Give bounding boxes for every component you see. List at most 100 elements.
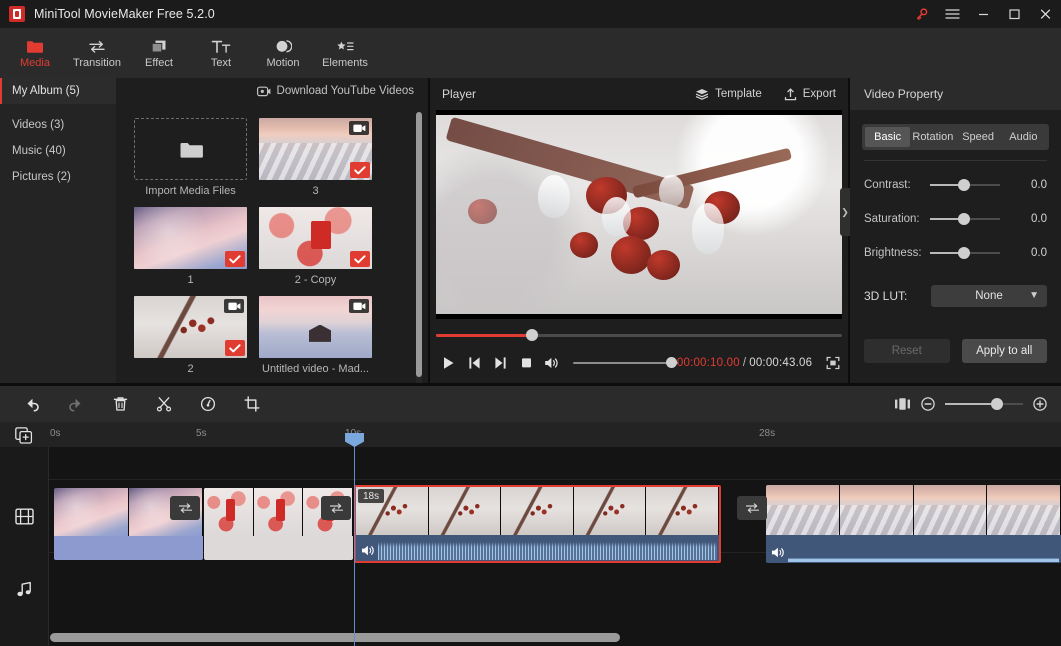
- volume-slider[interactable]: [572, 357, 678, 369]
- volume-button[interactable]: [539, 352, 565, 374]
- contrast-slider[interactable]: [930, 179, 1000, 191]
- slider-handle[interactable]: [958, 179, 970, 191]
- reset-button[interactable]: Reset: [864, 339, 950, 363]
- minimize-icon[interactable]: [968, 0, 999, 28]
- media-thumbnail[interactable]: [134, 207, 247, 269]
- fullscreen-icon[interactable]: [824, 356, 842, 370]
- list-item[interactable]: 1: [134, 207, 247, 286]
- timeline-clip-selected[interactable]: 18s: [354, 485, 721, 563]
- video-preview[interactable]: [436, 110, 842, 319]
- ribbon-item-elements[interactable]: Elements: [314, 28, 376, 78]
- brightness-slider[interactable]: [930, 247, 1000, 259]
- seek-bar[interactable]: [436, 328, 842, 342]
- key-icon[interactable]: [906, 0, 937, 28]
- audio-track-header[interactable]: [0, 553, 49, 625]
- volume-handle[interactable]: [665, 357, 677, 368]
- play-button[interactable]: [436, 352, 462, 374]
- clip-mute-icon[interactable]: [360, 543, 376, 557]
- zoom-to-fit-icon[interactable]: [894, 397, 911, 411]
- tab-basic[interactable]: Basic: [865, 127, 911, 147]
- window-title: MiniTool MovieMaker Free 5.2.0: [34, 7, 215, 21]
- ribbon-item-media[interactable]: Media: [4, 28, 66, 78]
- saturation-slider[interactable]: [930, 213, 1000, 225]
- download-youtube-button[interactable]: Download YouTube Videos: [256, 85, 414, 97]
- apply-to-all-button[interactable]: Apply to all: [961, 339, 1047, 363]
- previous-frame-button[interactable]: [462, 352, 488, 374]
- media-scrollbar[interactable]: [416, 112, 422, 383]
- clip-mute-icon[interactable]: [770, 545, 786, 559]
- maximize-icon[interactable]: [999, 0, 1030, 28]
- ribbon-item-label: Transition: [73, 57, 121, 69]
- slider-handle[interactable]: [958, 213, 970, 225]
- ribbon-item-motion[interactable]: Motion: [252, 28, 314, 78]
- clip-frame: [573, 487, 646, 535]
- template-button[interactable]: Template: [695, 88, 762, 100]
- stop-button[interactable]: [513, 352, 539, 374]
- contrast-value: 0.0: [1031, 179, 1047, 191]
- media-thumbnail[interactable]: [259, 296, 372, 358]
- close-icon[interactable]: [1030, 0, 1061, 28]
- selected-check-icon[interactable]: [350, 162, 370, 178]
- import-media-cell[interactable]: Import Media Files: [134, 118, 247, 197]
- timeline-zoom-slider[interactable]: [945, 398, 1023, 410]
- video-track-header[interactable]: [0, 480, 49, 552]
- list-item[interactable]: Untitled video - Mad...: [259, 296, 372, 375]
- media-thumbnail[interactable]: [134, 296, 247, 358]
- sidebar-item-videos[interactable]: Videos (3): [0, 112, 116, 138]
- list-item[interactable]: 2: [134, 296, 247, 375]
- tab-audio[interactable]: Audio: [1001, 127, 1046, 147]
- ribbon-item-effect[interactable]: Effect: [128, 28, 190, 78]
- delete-button[interactable]: [98, 386, 142, 422]
- media-thumbnail[interactable]: [259, 118, 372, 180]
- transition-button[interactable]: [737, 496, 767, 520]
- menu-icon[interactable]: [937, 0, 968, 28]
- slider-handle[interactable]: [958, 247, 970, 259]
- media-thumbnail[interactable]: [259, 207, 372, 269]
- ribbon-item-transition[interactable]: Transition: [66, 28, 128, 78]
- download-youtube-label: Download YouTube Videos: [276, 85, 414, 97]
- playhead[interactable]: [345, 433, 364, 646]
- list-item[interactable]: 2 - Copy: [259, 207, 372, 286]
- zoom-out-icon[interactable]: [921, 397, 935, 411]
- add-media-track-icon[interactable]: [14, 426, 34, 444]
- ribbon-item-text[interactable]: Text: [190, 28, 252, 78]
- folder-icon: [26, 37, 44, 54]
- timeline-scrollbar-thumb[interactable]: [50, 633, 620, 642]
- seek-handle[interactable]: [526, 329, 538, 341]
- ribbon-item-label: Media: [20, 57, 50, 69]
- transition-button[interactable]: [170, 496, 200, 520]
- decorative-ice: [537, 174, 570, 219]
- export-button[interactable]: Export: [784, 87, 836, 101]
- chevron-right-icon[interactable]: ❯: [840, 188, 850, 236]
- template-label: Template: [715, 88, 762, 100]
- transition-button[interactable]: [321, 496, 351, 520]
- selected-check-icon[interactable]: [350, 251, 370, 267]
- timeline-ruler[interactable]: 0s 5s 10s 28s: [0, 422, 1061, 447]
- ribbon-item-label: Elements: [322, 57, 368, 69]
- undo-button[interactable]: [10, 386, 54, 422]
- crop-button[interactable]: [230, 386, 274, 422]
- tab-speed[interactable]: Speed: [956, 127, 1001, 147]
- media-caption: 3: [312, 185, 319, 197]
- import-media-dropzone[interactable]: [134, 118, 247, 180]
- list-item[interactable]: 3: [259, 118, 372, 197]
- redo-button[interactable]: [54, 386, 98, 422]
- zoom-slider-handle[interactable]: [991, 398, 1003, 410]
- zoom-in-icon[interactable]: [1033, 397, 1047, 411]
- selected-check-icon[interactable]: [225, 340, 245, 356]
- split-button[interactable]: [142, 386, 186, 422]
- lut-select[interactable]: None ▼: [931, 285, 1047, 307]
- timeline-clip[interactable]: [766, 485, 1061, 563]
- next-frame-button[interactable]: [488, 352, 514, 374]
- media-scrollbar-thumb[interactable]: [416, 112, 422, 377]
- album-tab[interactable]: My Album (5): [0, 78, 116, 104]
- sidebar-item-pictures[interactable]: Pictures (2): [0, 164, 116, 190]
- slider-track: [967, 184, 1000, 186]
- timeline-tracks[interactable]: 18s: [49, 447, 1061, 646]
- sidebar-item-music[interactable]: Music (40): [0, 138, 116, 164]
- speed-button[interactable]: [186, 386, 230, 422]
- tab-rotation[interactable]: Rotation: [910, 127, 955, 147]
- timeline-toolbar: [0, 386, 1061, 422]
- timeline-horizontal-scrollbar[interactable]: [0, 633, 1061, 642]
- selected-check-icon[interactable]: [225, 251, 245, 267]
